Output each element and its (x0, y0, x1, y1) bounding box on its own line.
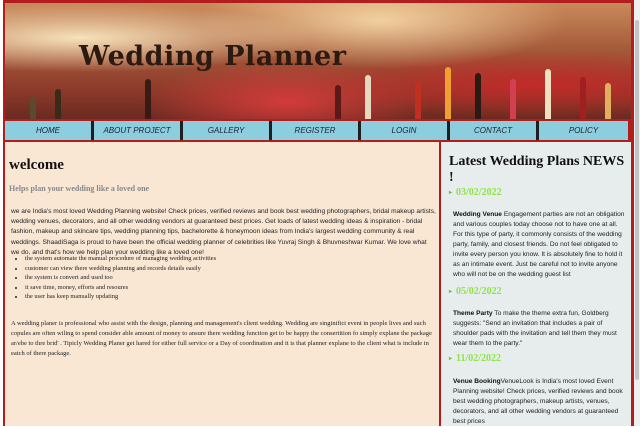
news-item: Theme Party To make the theme extra fun,… (453, 309, 627, 349)
news-date: ▸ 05/02/2022 (449, 286, 502, 297)
list-item: the system automate the manual procedure… (25, 254, 216, 264)
main-nav: HOME ABOUT PROJECT GALLERY REGISTER LOGI… (5, 121, 628, 140)
bullet-arrow-icon: ▸ (449, 289, 453, 296)
news-item: Venue BookingVenueLook is India's most l… (453, 377, 627, 427)
banner-decoration (365, 75, 371, 119)
header-banner: Wedding Planner (5, 3, 631, 119)
list-item: it save time, money, efforts and resoure… (25, 283, 216, 293)
scrollbar-thumb[interactable] (635, 20, 639, 380)
news-date: ▸ 11/02/2022 (449, 353, 501, 364)
intro-paragraph: we are India's most loved Wedding Planni… (11, 208, 436, 256)
banner-decoration (475, 73, 481, 119)
banner-decoration (545, 69, 551, 119)
welcome-heading: welcome (9, 157, 64, 173)
news-date-text: 05/02/2022 (456, 286, 502, 297)
news-body: VenueLook is India's most loved Event Pl… (453, 378, 623, 425)
news-date-text: 11/02/2022 (456, 353, 502, 364)
nav-about-project[interactable]: ABOUT PROJECT (94, 121, 180, 140)
banner-decoration (335, 85, 341, 119)
description-paragraph: A wedding planer is professional who ass… (11, 320, 432, 357)
banner-decoration (510, 79, 516, 119)
list-item: the user has keep manually updating (25, 292, 216, 302)
banner-decoration (145, 79, 151, 119)
nav-gallery[interactable]: GALLERY (183, 121, 269, 140)
news-item: Wedding Venue Engagement parties are not… (453, 210, 627, 280)
news-date: ▸ 03/02/2022 (449, 187, 502, 198)
bullet-arrow-icon: ▸ (449, 356, 453, 363)
nav-login[interactable]: LOGIN (361, 121, 447, 140)
news-date-text: 03/02/2022 (456, 187, 502, 198)
banner-decoration (605, 83, 611, 119)
list-item: customer can view there wedding planning… (25, 264, 216, 274)
news-sidebar: Latest Wedding Plans NEWS ! ▸ 03/02/2022 … (441, 142, 631, 426)
news-title: Theme Party (453, 310, 493, 317)
bullet-arrow-icon: ▸ (449, 190, 453, 197)
banner-decoration (55, 89, 61, 119)
main-content: welcome Helps plan your wedding like a l… (5, 142, 439, 426)
nav-policy[interactable]: POLICY (539, 121, 628, 140)
news-body: Engagement parties are not an obligation… (453, 211, 625, 278)
banner-decoration (30, 97, 36, 119)
banner-decoration (445, 67, 451, 119)
news-heading: Latest Wedding Plans NEWS ! (449, 154, 625, 185)
nav-home[interactable]: HOME (5, 121, 91, 140)
site-title: Wedding Planner (79, 41, 347, 72)
feature-list: the system automate the manual procedure… (15, 254, 216, 302)
banner-decoration (415, 81, 421, 119)
list-item: the system is convert and used too (25, 273, 216, 283)
nav-contact[interactable]: CONTACT (450, 121, 536, 140)
news-title: Venue Booking (453, 378, 501, 385)
tagline: Helps plan your wedding like a loved one (9, 184, 150, 193)
banner-decoration (580, 77, 586, 119)
page-scrollbar[interactable] (634, 0, 640, 426)
nav-register[interactable]: REGISTER (272, 121, 358, 140)
news-title: Wedding Venue (453, 211, 502, 218)
